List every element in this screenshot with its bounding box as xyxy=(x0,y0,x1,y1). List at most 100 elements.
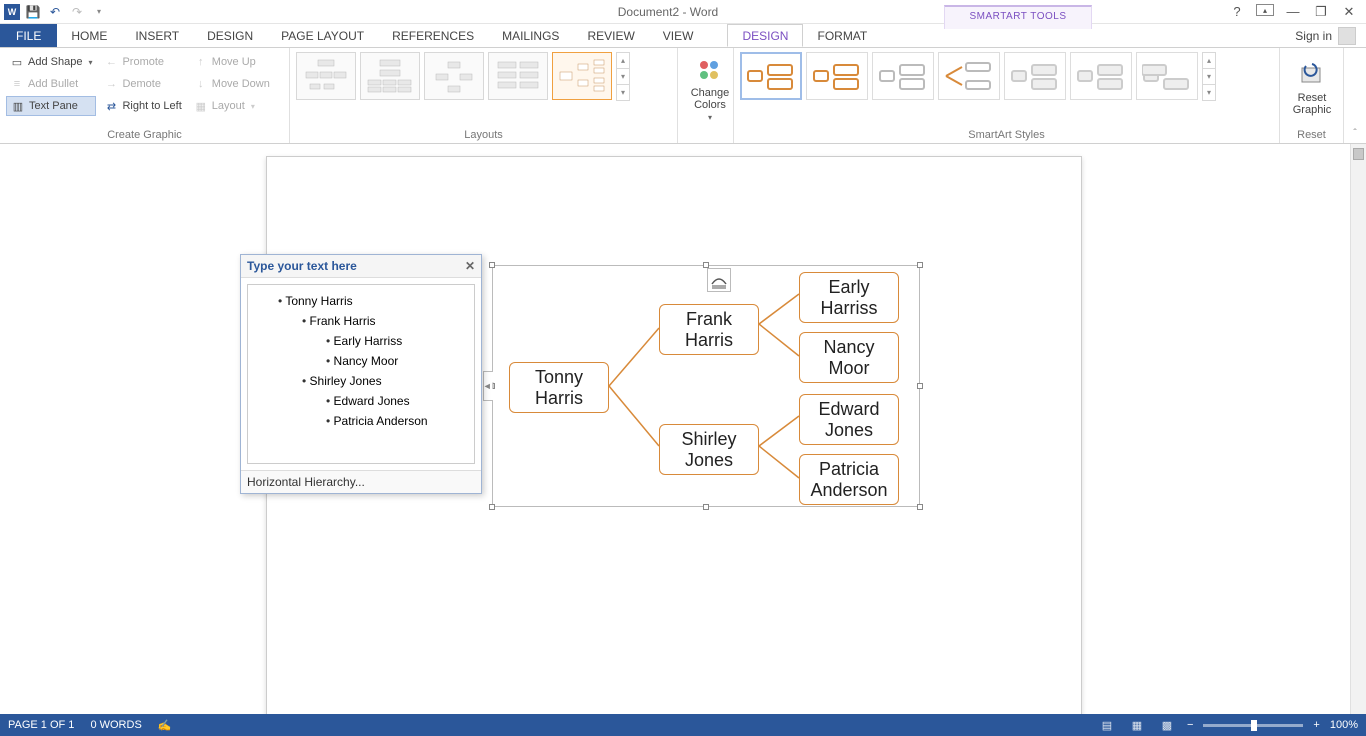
rtl-button[interactable]: ⇄Right to Left xyxy=(100,96,185,116)
layout-option[interactable] xyxy=(424,52,484,100)
zoom-out-icon[interactable]: − xyxy=(1187,719,1193,731)
styles-gallery[interactable]: ▴▾▾ xyxy=(740,52,1273,100)
text-pane-item[interactable]: Shirley Jones xyxy=(252,371,470,391)
gallery-more-icon[interactable]: ▾ xyxy=(616,84,630,101)
resize-handle[interactable] xyxy=(489,504,495,510)
word-count[interactable]: 0 WORDS xyxy=(90,719,141,731)
gallery-scroll[interactable]: ▴▾▾ xyxy=(616,52,630,100)
text-pane-item[interactable]: Nancy Moor xyxy=(252,351,470,371)
smartart-object[interactable]: ◄I Tonny Harris Frank Harris Shirley Jon… xyxy=(492,265,920,507)
text-pane-layout-name[interactable]: Horizontal Hierarchy... xyxy=(241,470,481,493)
layout-options-button[interactable] xyxy=(707,268,731,292)
scroll-down-icon[interactable]: ▾ xyxy=(616,68,630,85)
resize-handle[interactable] xyxy=(917,262,923,268)
smartart-node[interactable]: Frank Harris xyxy=(659,304,759,355)
smartart-text-pane[interactable]: Type your text here ✕ Tonny HarrisFrank … xyxy=(240,254,482,494)
undo-icon[interactable]: ↶ xyxy=(46,3,64,21)
layout-option[interactable] xyxy=(296,52,356,100)
tab-home[interactable]: HOME xyxy=(57,24,121,47)
rtl-label: Right to Left xyxy=(122,100,181,112)
close-icon[interactable]: ✕ xyxy=(1340,4,1358,20)
text-pane-header[interactable]: Type your text here ✕ xyxy=(241,255,481,278)
tab-view[interactable]: VIEW xyxy=(649,24,708,47)
vertical-scrollbar[interactable]: ▾ xyxy=(1350,144,1366,726)
demote-button: →Demote xyxy=(100,74,185,94)
tab-smartart-design[interactable]: DESIGN xyxy=(727,24,803,47)
zoom-level[interactable]: 100% xyxy=(1330,719,1358,731)
style-option-selected[interactable] xyxy=(740,52,802,100)
scroll-up-icon[interactable]: ▴ xyxy=(616,52,630,69)
style-option[interactable] xyxy=(872,52,934,100)
text-pane-button[interactable]: ▥Text Pane xyxy=(6,96,96,116)
tab-smartart-format[interactable]: FORMAT xyxy=(803,24,881,47)
web-layout-icon[interactable]: ▩ xyxy=(1157,717,1177,733)
style-option[interactable] xyxy=(806,52,868,100)
zoom-in-icon[interactable]: + xyxy=(1313,719,1319,731)
reset-graphic-button[interactable]: Reset Graphic xyxy=(1286,52,1338,126)
resize-handle[interactable] xyxy=(917,504,923,510)
text-pane-body[interactable]: Tonny HarrisFrank HarrisEarly HarrissNan… xyxy=(247,284,475,464)
redo-icon[interactable]: ↷ xyxy=(68,3,86,21)
print-layout-icon[interactable]: ▦ xyxy=(1127,717,1147,733)
page-indicator[interactable]: PAGE 1 OF 1 xyxy=(8,719,74,731)
text-pane-icon: ▥ xyxy=(11,99,25,113)
sign-in[interactable]: Sign in xyxy=(1285,24,1366,47)
smartart-node[interactable]: Edward Jones xyxy=(799,394,899,445)
smartart-node-root[interactable]: Tonny Harris xyxy=(509,362,609,413)
text-pane-item[interactable]: Patricia Anderson xyxy=(252,411,470,431)
tab-insert[interactable]: INSERT xyxy=(121,24,193,47)
promote-label: Promote xyxy=(122,56,164,68)
style-option[interactable] xyxy=(1136,52,1198,100)
gallery-scroll[interactable]: ▴▾▾ xyxy=(1202,52,1216,100)
smartart-node[interactable]: Shirley Jones xyxy=(659,424,759,475)
smartart-node[interactable]: Patricia Anderson xyxy=(799,454,899,505)
scrollbar-thumb[interactable] xyxy=(1353,148,1364,160)
gallery-more-icon[interactable]: ▾ xyxy=(1202,84,1216,101)
style-option[interactable] xyxy=(1004,52,1066,100)
save-icon[interactable]: 💾 xyxy=(24,3,42,21)
help-icon[interactable]: ? xyxy=(1228,4,1246,20)
resize-handle[interactable] xyxy=(703,504,709,510)
ribbon-display-icon[interactable]: ▴ xyxy=(1256,4,1274,16)
promote-icon: ← xyxy=(104,55,118,69)
tab-file[interactable]: FILE xyxy=(0,24,57,47)
tab-design[interactable]: DESIGN xyxy=(193,24,267,47)
text-pane-item[interactable]: Early Harriss xyxy=(252,331,470,351)
layout-option[interactable] xyxy=(360,52,420,100)
demote-icon: → xyxy=(104,77,118,91)
tab-review[interactable]: REVIEW xyxy=(573,24,648,47)
resize-handle[interactable] xyxy=(489,262,495,268)
qat-customize-icon[interactable]: ▾ xyxy=(90,3,108,21)
tab-mailings[interactable]: MAILINGS xyxy=(488,24,573,47)
style-option[interactable] xyxy=(938,52,1000,100)
text-pane-item[interactable]: Frank Harris xyxy=(252,311,470,331)
group-layouts: ▴▾▾ Layouts xyxy=(290,48,678,143)
collapse-ribbon-icon[interactable]: ˆ xyxy=(1344,48,1366,143)
read-mode-icon[interactable]: ▤ xyxy=(1097,717,1117,733)
text-pane-item[interactable]: Tonny Harris xyxy=(252,291,470,311)
sign-in-label: Sign in xyxy=(1295,29,1332,43)
text-pane-toggle-tab[interactable]: ◄I xyxy=(483,371,493,401)
tab-references[interactable]: REFERENCES xyxy=(378,24,488,47)
status-bar: PAGE 1 OF 1 0 WORDS ✍ ▤ ▦ ▩ − + 100% xyxy=(0,714,1366,736)
zoom-slider-knob[interactable] xyxy=(1251,720,1257,731)
close-icon[interactable]: ✕ xyxy=(465,259,475,273)
scroll-down-icon[interactable]: ▾ xyxy=(1202,68,1216,85)
layouts-gallery[interactable]: ▴▾▾ xyxy=(296,52,671,100)
smartart-node[interactable]: Nancy Moor xyxy=(799,332,899,383)
smartart-node[interactable]: Early Harriss xyxy=(799,272,899,323)
chevron-down-icon: ▾ xyxy=(251,102,255,111)
resize-handle[interactable] xyxy=(917,383,923,389)
layout-option-selected[interactable] xyxy=(552,52,612,100)
scroll-up-icon[interactable]: ▴ xyxy=(1202,52,1216,69)
minimize-icon[interactable]: — xyxy=(1284,4,1302,20)
restore-icon[interactable]: ❐ xyxy=(1312,4,1330,20)
proofing-icon[interactable]: ✍ xyxy=(158,719,172,732)
zoom-slider[interactable] xyxy=(1203,724,1303,727)
tab-page-layout[interactable]: PAGE LAYOUT xyxy=(267,24,378,47)
add-shape-button[interactable]: ▭Add Shape▾ xyxy=(6,52,96,72)
text-pane-item[interactable]: Edward Jones xyxy=(252,391,470,411)
style-option[interactable] xyxy=(1070,52,1132,100)
change-colors-button[interactable]: Change Colors ▾ xyxy=(684,52,736,126)
layout-option[interactable] xyxy=(488,52,548,100)
